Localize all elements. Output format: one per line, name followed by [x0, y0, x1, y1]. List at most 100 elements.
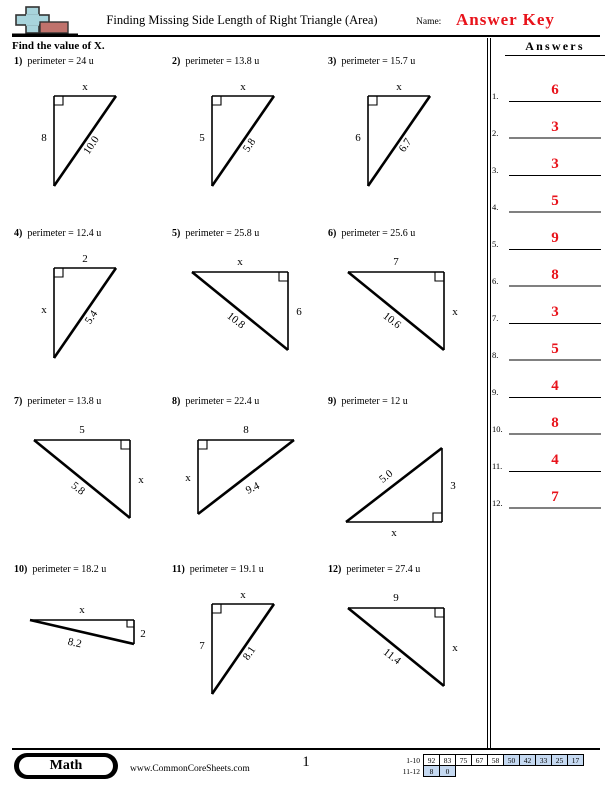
svg-text:5: 5: [79, 424, 85, 436]
answer-line: [509, 470, 601, 472]
answer-number: 8.: [492, 350, 499, 360]
problem-prompt: perimeter = 24 u: [22, 56, 94, 67]
answer-number: 12.: [492, 498, 503, 508]
answer-value: 8: [551, 415, 559, 431]
answer-row: 1. 6: [492, 66, 604, 103]
svg-text:x: x: [240, 81, 246, 93]
problem-item: 11) perimeter = 19.1 u x 7 8.1: [166, 564, 322, 732]
answer-value: 5: [551, 341, 559, 357]
svg-text:x: x: [452, 642, 458, 654]
svg-text:x: x: [396, 81, 402, 93]
grading-cell: 25: [551, 754, 568, 766]
triangle-figure: x 7 8.1: [166, 582, 322, 730]
answer-number: 6.: [492, 276, 499, 286]
problem-prompt: perimeter = 12 u: [336, 396, 408, 407]
grading-cell-empty: [568, 766, 584, 777]
problem-item: 9) perimeter = 12 u x 3 5.0: [322, 396, 478, 564]
grading-cell: 42: [519, 754, 536, 766]
answers-heading: Answers: [505, 39, 605, 56]
triangle-figure: 7 x 10.6: [322, 246, 478, 394]
problem-prompt: perimeter = 13.8 u: [22, 396, 102, 407]
worksheet-page: Finding Missing Side Length of Right Tri…: [0, 0, 612, 792]
answer-line: [509, 507, 601, 509]
grading-cell: 58: [487, 754, 504, 766]
problem-label: 1) perimeter = 24 u: [14, 56, 94, 67]
problem-prompt: perimeter = 13.8 u: [180, 56, 260, 67]
problem-prompt: perimeter = 27.4 u: [341, 564, 421, 575]
grading-cell: 8: [423, 765, 440, 777]
problem-item: 7) perimeter = 13.8 u 5 x 5.8: [8, 396, 164, 564]
problem-label: 5) perimeter = 25.8 u: [172, 228, 259, 239]
problem-prompt: perimeter = 19.1 u: [184, 564, 264, 575]
svg-text:6: 6: [355, 132, 361, 144]
problem-item: 12) perimeter = 27.4 u 9 x 11.4: [322, 564, 478, 732]
svg-text:8: 8: [243, 424, 249, 436]
problem-number: 12): [328, 564, 342, 575]
problem-number: 11): [172, 564, 185, 575]
grading-cell-empty: [488, 766, 504, 777]
problem-item: 3) perimeter = 15.7 u x 6 6.7: [322, 56, 478, 224]
problem-prompt: perimeter = 18.2 u: [27, 564, 107, 575]
problem-prompt: perimeter = 22.4 u: [180, 396, 260, 407]
grading-cell-empty: [504, 766, 520, 777]
grading-cell: 33: [535, 754, 552, 766]
grading-cell-empty: [472, 766, 488, 777]
answer-number: 7.: [492, 313, 499, 323]
problem-label: 9) perimeter = 12 u: [328, 396, 408, 407]
triangle-figure: x 6 6.7: [322, 74, 478, 222]
answer-line: [509, 174, 601, 176]
svg-text:3: 3: [450, 480, 456, 492]
triangle-figure: x 2 8.2: [8, 582, 164, 730]
grading-cell: 0: [439, 765, 456, 777]
grading-cell: 50: [503, 754, 520, 766]
answer-row: 8. 5: [492, 325, 604, 362]
problem-label: 6) perimeter = 25.6 u: [328, 228, 415, 239]
svg-text:8: 8: [41, 132, 47, 144]
answer-line: [509, 285, 601, 287]
svg-text:x: x: [82, 81, 88, 93]
svg-text:6: 6: [296, 306, 302, 318]
answer-line: [509, 359, 601, 361]
answer-value: 6: [551, 82, 559, 98]
answer-number: 10.: [492, 424, 503, 434]
svg-text:7: 7: [393, 256, 399, 268]
problem-item: 1) perimeter = 24 u x 8 10.0: [8, 56, 164, 224]
problem-label: 7) perimeter = 13.8 u: [14, 396, 101, 407]
answer-value: 7: [551, 489, 559, 505]
answer-row: 9. 4: [492, 362, 604, 399]
svg-text:x: x: [79, 604, 85, 616]
problem-prompt: perimeter = 15.7 u: [336, 56, 416, 67]
problem-label: 11) perimeter = 19.1 u: [172, 564, 264, 575]
instructions: Find the value of X.: [12, 40, 105, 52]
problem-item: 10) perimeter = 18.2 u x 2 8.2: [8, 564, 164, 732]
triangle-figure: 5 x 5.8: [8, 414, 164, 562]
header-divider: [12, 35, 600, 37]
problem-label: 8) perimeter = 22.4 u: [172, 396, 259, 407]
svg-text:x: x: [185, 472, 191, 484]
problem-item: 2) perimeter = 13.8 u x 5 5.8: [166, 56, 322, 224]
problem-prompt: perimeter = 25.8 u: [180, 228, 260, 239]
answer-value: 4: [551, 452, 559, 468]
svg-text:7: 7: [199, 640, 205, 652]
answer-value: 3: [551, 304, 559, 320]
answer-row: 4. 5: [492, 177, 604, 214]
answers-column: 1. 6 2. 3 3. 3 4. 5 5. 9 6. 8 7. 3 8. 5 9. 4 10. 8 11. 4 12. 7: [492, 66, 604, 510]
problem-item: 8) perimeter = 22.4 u 8 x 9.4: [166, 396, 322, 564]
answer-row: 12. 7: [492, 473, 604, 510]
grading-row: 11-12 8 0: [398, 765, 584, 777]
answer-number: 3.: [492, 165, 499, 175]
problem-label: 3) perimeter = 15.7 u: [328, 56, 415, 67]
grading-row: 1-10 92 83 75 67 58 50 42 33 25 17: [398, 754, 584, 766]
problem-prompt: perimeter = 25.6 u: [336, 228, 416, 239]
problem-item: 6) perimeter = 25.6 u 7 x 10.6: [322, 228, 478, 396]
answer-value: 3: [551, 156, 559, 172]
problem-label: 2) perimeter = 13.8 u: [172, 56, 259, 67]
answer-number: 1.: [492, 91, 499, 101]
grading-cell: 67: [471, 754, 488, 766]
commoncoresheets-logo-icon: [12, 6, 78, 36]
svg-text:2: 2: [140, 628, 146, 640]
footer-divider: [12, 748, 600, 750]
page-title: Finding Missing Side Length of Right Tri…: [106, 13, 378, 27]
triangle-figure: 8 x 9.4: [166, 414, 322, 562]
problem-number: 10): [14, 564, 28, 575]
